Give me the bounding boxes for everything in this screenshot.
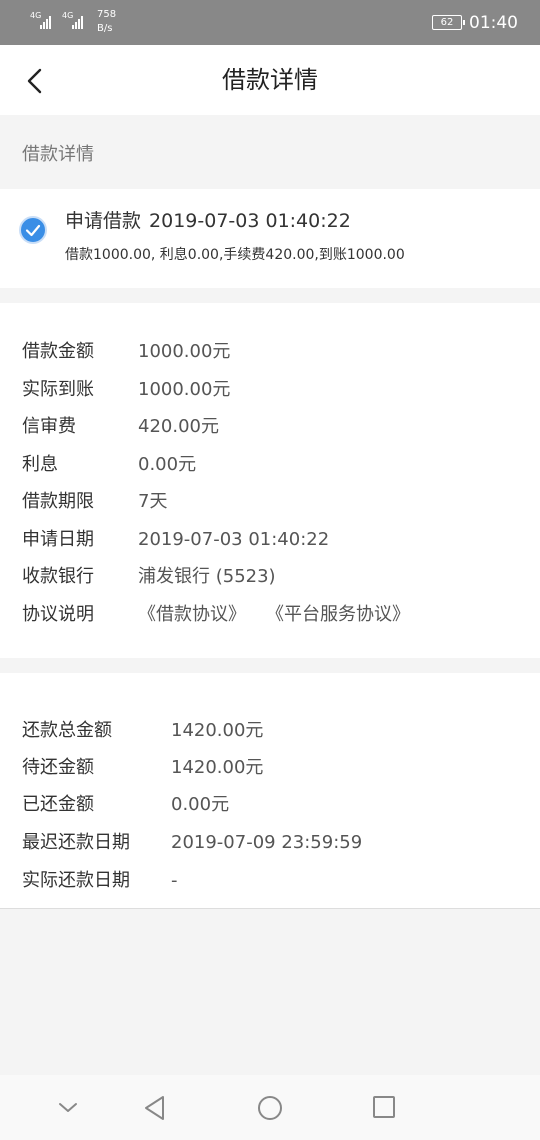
home-circle-icon[interactable]: [257, 1095, 283, 1121]
recents-square-icon[interactable]: [372, 1095, 396, 1119]
info-value: 420.00元: [138, 416, 219, 437]
status-title: 申请借款 2019-07-03 01:40:22: [65, 208, 351, 234]
network-speed-value: 758: [97, 9, 117, 20]
network-speed: 758 B/s: [97, 8, 116, 36]
section-header: 借款详情: [0, 115, 540, 189]
signal-bars-icon: [72, 16, 83, 29]
info-key: 借款期限: [22, 491, 94, 512]
info-key: 利息: [22, 454, 58, 475]
repay-value: -: [171, 870, 178, 891]
repay-key: 实际还款日期: [22, 870, 130, 891]
info-value: 1000.00元: [138, 379, 231, 400]
info-key: 收款银行: [22, 566, 94, 587]
network-speed-unit: B/s: [97, 23, 113, 34]
info-key: 实际到账: [22, 379, 94, 400]
repay-key: 还款总金额: [22, 720, 112, 741]
info-key: 借款金额: [22, 341, 94, 362]
info-value: 7天: [138, 491, 168, 512]
repay-value: 1420.00元: [171, 757, 264, 778]
status-title-text: 申请借款: [65, 210, 142, 232]
status-summary: 借款1000.00, 利息0.00,手续费420.00,到账1000.00: [65, 247, 405, 263]
repayment-card: 还款总金额 1420.00元 待还金额 1420.00元 已还金额 0.00元 …: [0, 673, 540, 909]
repay-value: 0.00元: [171, 794, 230, 815]
system-nav-bar: [0, 1075, 540, 1140]
repay-value: 2019-07-09 23:59:59: [171, 832, 363, 853]
info-value: 浦发银行 (5523): [138, 566, 276, 587]
info-value: 0.00元: [138, 454, 197, 475]
repay-key: 待还金额: [22, 757, 94, 778]
platform-service-agreement-link[interactable]: 《平台服务协议》: [266, 601, 410, 629]
info-key: 申请日期: [22, 529, 94, 550]
loan-info-card: 借款金额 1000.00元 实际到账 1000.00元 信审费 420.00元 …: [0, 303, 540, 658]
nav-bar: 借款详情: [0, 45, 540, 115]
repay-key: 最迟还款日期: [22, 832, 130, 853]
back-button[interactable]: [22, 67, 50, 95]
info-value: 2019-07-03 01:40:22: [138, 529, 330, 550]
battery-indicator: 62: [432, 15, 465, 30]
status-datetime: 2019-07-03 01:40:22: [149, 210, 351, 232]
chevron-down-icon[interactable]: [56, 1095, 80, 1119]
status-card: [0, 189, 540, 288]
info-value: 1000.00元: [138, 341, 231, 362]
info-key: 协议说明: [22, 604, 94, 625]
section-header-label: 借款详情: [22, 144, 94, 165]
repay-key: 已还金额: [22, 794, 94, 815]
status-time: 01:40: [469, 13, 518, 33]
check-circle-icon: [19, 216, 47, 244]
signal-bars-icon: [40, 16, 51, 29]
loan-agreement-link[interactable]: 《借款协议》: [138, 601, 246, 629]
status-bar: 4G 4G 758 B/s 62 01:40: [0, 0, 540, 45]
repay-value: 1420.00元: [171, 720, 264, 741]
chevron-left-icon: [27, 68, 42, 94]
page-title: 借款详情: [222, 66, 318, 94]
back-triangle-icon[interactable]: [142, 1095, 168, 1121]
info-key: 信审费: [22, 416, 76, 437]
battery-level: 62: [440, 17, 454, 28]
